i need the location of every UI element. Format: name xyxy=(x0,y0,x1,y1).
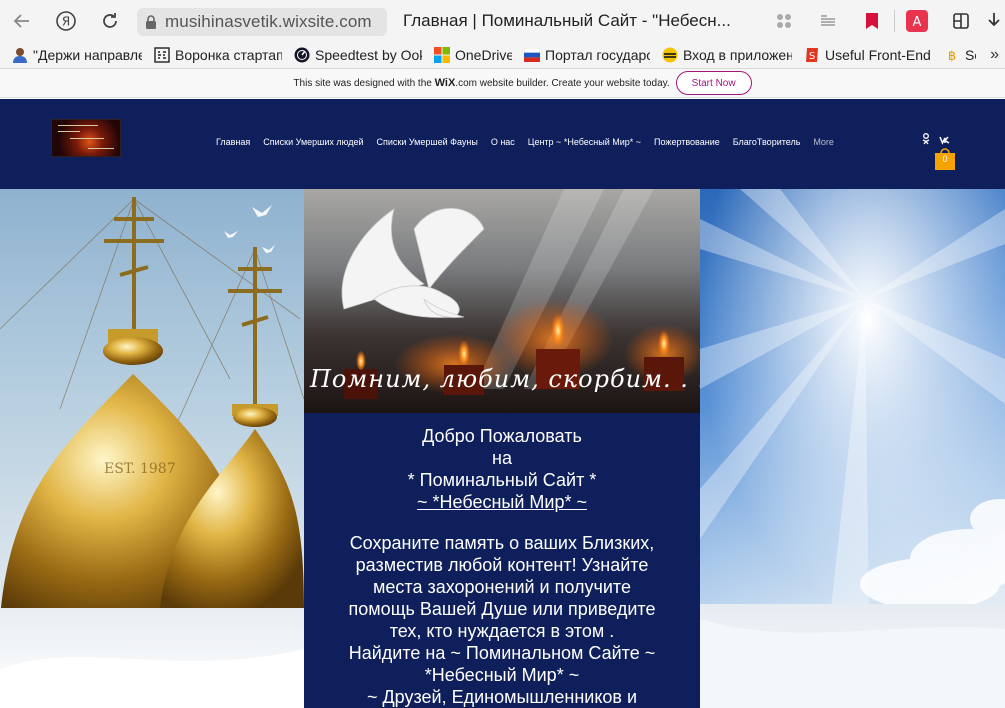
svg-text:A: A xyxy=(913,15,922,30)
lock-icon[interactable] xyxy=(137,15,165,29)
description-line: разместив любой контент! Узнайте xyxy=(355,555,649,575)
translate-icon[interactable]: A xyxy=(895,0,939,42)
wix-logo: WiX xyxy=(434,77,456,89)
sky-background-image xyxy=(700,189,1005,708)
description-line: тех, кто нуждается в этом . xyxy=(389,621,615,641)
description-line: ~ Друзей, Единомышленников и xyxy=(366,687,638,707)
bookmark-item[interactable]: Speedtest by Ook xyxy=(282,42,422,68)
content-column: Помним, любим, скорбим. . . Добро Пожало… xyxy=(304,189,700,708)
site-name-link[interactable]: ~ *Небесный Мир* ~ xyxy=(304,491,700,513)
bookmark-item[interactable]: Воронка стартап xyxy=(142,42,282,68)
reader-icon[interactable] xyxy=(806,0,850,42)
domes-background-image: EST. 1987 xyxy=(0,189,304,708)
address-bar[interactable]: musihinasvetik.wixsite.com xyxy=(137,8,387,36)
description-line: помощь Вашей Душе или приведите xyxy=(348,599,656,619)
nav-item-about[interactable]: О нас xyxy=(491,137,515,147)
nav-item-donation[interactable]: Пожертвование xyxy=(654,137,720,147)
start-now-button[interactable]: Start Now xyxy=(675,71,752,95)
bookmark-icon[interactable] xyxy=(850,0,894,42)
svg-text:S: S xyxy=(809,51,815,62)
svg-text:฿: ฿ xyxy=(948,49,956,63)
welcome-text: Добро Пожаловать на * Поминальный Сайт *… xyxy=(304,425,700,708)
welcome-line: на xyxy=(492,448,512,468)
smashing-icon: S xyxy=(804,47,820,63)
dome-watermark-text: EST. 1987 xyxy=(104,461,176,477)
bee-icon xyxy=(662,47,678,63)
memorial-hero-image: Помним, любим, скорбим. . . xyxy=(304,189,700,413)
welcome-line: Добро Пожаловать xyxy=(422,426,582,446)
cart-icon[interactable]: 0 xyxy=(934,147,956,171)
wix-banner-text: This site was designed with the WiX.com … xyxy=(293,77,670,89)
description-line: *Небесный Мир* ~ xyxy=(424,665,580,685)
browser-toolbar: Я musihinasvetik.wixsite.com Главная | П… xyxy=(0,0,1005,42)
more-bookmarks-icon[interactable]: » xyxy=(990,46,999,64)
collections-icon[interactable] xyxy=(939,0,983,42)
apps-icon[interactable] xyxy=(762,0,806,42)
site-header: Главная Списки Умерших людей Списки Умер… xyxy=(0,99,1005,189)
bookmark-item[interactable]: Портал государс xyxy=(512,42,650,68)
bookmarks-bar: "Держи направле Воронка стартап Speedtes… xyxy=(0,42,1005,69)
main-nav: Главная Списки Умерших людей Списки Умер… xyxy=(216,137,847,147)
back-icon[interactable] xyxy=(10,9,34,33)
bookmark-item[interactable]: Вход в приложен xyxy=(650,42,792,68)
coin-icon: ฿ xyxy=(944,47,960,63)
description-line: Сохраните память о ваших Близких, xyxy=(349,533,655,553)
hero-caption: Помним, любим, скорбим. . . xyxy=(310,365,700,393)
nav-item-benefactor[interactable]: БлагоТворитель xyxy=(733,137,801,147)
flag-ru-icon xyxy=(524,47,540,63)
site-logo[interactable] xyxy=(51,119,121,157)
nav-item-center[interactable]: Центр ~ *Небесный Мир* ~ xyxy=(528,137,641,147)
odnoklassniki-icon[interactable] xyxy=(922,132,930,150)
person-icon xyxy=(12,47,28,63)
url-text[interactable]: musihinasvetik.wixsite.com xyxy=(165,12,372,32)
tab-title: Главная | Поминальный Сайт - "Небесн... xyxy=(403,11,731,30)
bookmark-item[interactable]: S Useful Front-End xyxy=(792,42,932,68)
wix-banner: This site was designed with the WiX.com … xyxy=(0,69,1005,98)
yandex-icon[interactable]: Я xyxy=(54,9,78,33)
description-line: места захоронений и получите xyxy=(373,577,631,597)
nav-item-fauna-list[interactable]: Списки Умершей Фауны xyxy=(376,137,477,147)
bookmark-item[interactable]: ฿ Scr xyxy=(932,42,976,68)
welcome-line: * Поминальный Сайт * xyxy=(407,470,597,490)
nav-item-more[interactable]: More xyxy=(813,137,834,147)
bookmark-item[interactable]: OneDrive xyxy=(422,42,512,68)
nav-item-home[interactable]: Главная xyxy=(216,137,250,147)
microsoft-icon xyxy=(434,47,450,63)
description-line: Найдите на ~ Поминальном Сайте ~ xyxy=(348,643,656,663)
cart-count: 0 xyxy=(942,154,948,164)
reload-icon[interactable] xyxy=(98,9,122,33)
nav-item-people-list[interactable]: Списки Умерших людей xyxy=(263,137,363,147)
speedtest-icon xyxy=(294,47,310,63)
grid-icon xyxy=(154,47,170,63)
download-icon[interactable] xyxy=(983,0,1005,42)
svg-text:Я: Я xyxy=(62,15,70,29)
bookmark-item[interactable]: "Держи направле xyxy=(0,42,142,68)
